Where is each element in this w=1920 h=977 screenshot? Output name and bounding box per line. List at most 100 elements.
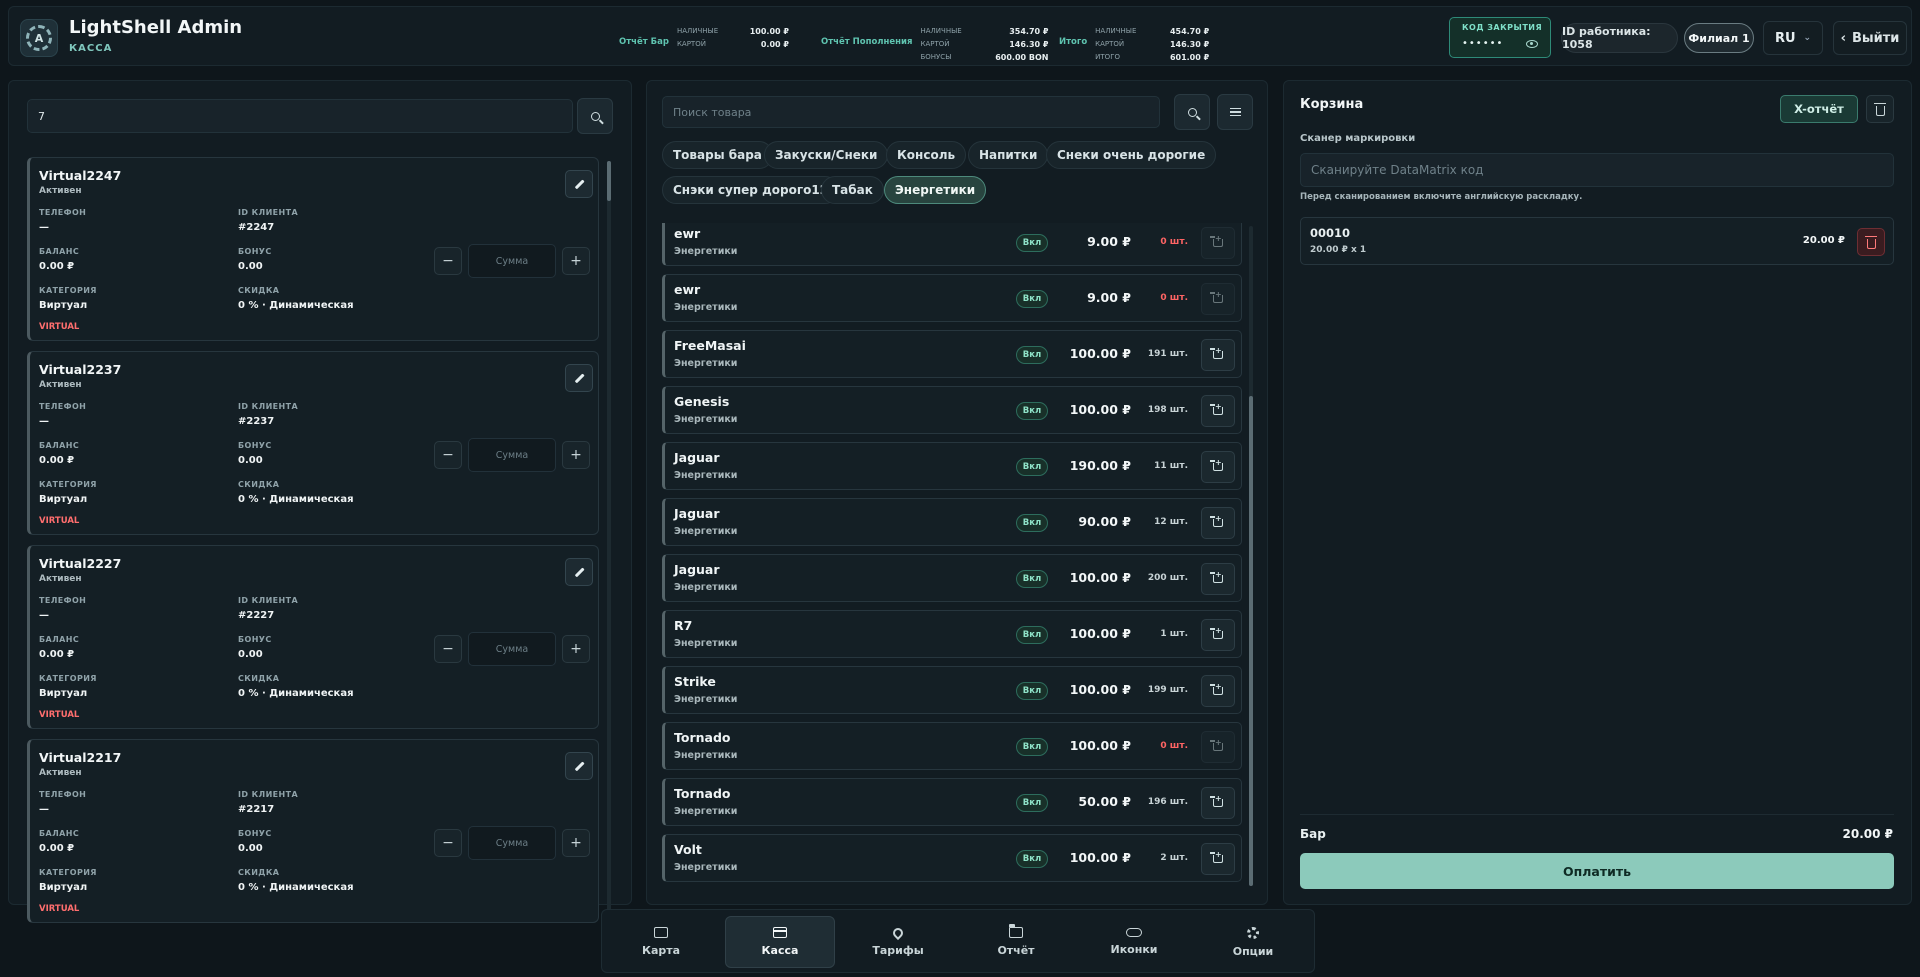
increment-button[interactable]: +: [562, 635, 590, 663]
edit-client-button[interactable]: [565, 364, 593, 392]
client-card[interactable]: Virtual2247 Активен ТЕЛЕФОН — ID КЛИЕНТА…: [27, 157, 599, 341]
product-price: 100.00 ₽: [1069, 850, 1131, 865]
balance-value: 0.00 ₽: [39, 455, 75, 466]
client-card[interactable]: Virtual2237 Активен ТЕЛЕФОН — ID КЛИЕНТА…: [27, 351, 599, 535]
discount-value: 0 % · Динамическая: [238, 494, 354, 505]
report-topup-link[interactable]: Отчёт Пополнения: [821, 37, 912, 47]
folder-icon: [1009, 924, 1023, 938]
decrement-button[interactable]: −: [434, 829, 462, 857]
closing-code-box: КОД ЗАКРЫТИЯ ••••••: [1449, 17, 1551, 58]
product-name: Tornado: [674, 730, 731, 745]
edit-client-button[interactable]: [565, 558, 593, 586]
cart-plus-icon: [1210, 346, 1223, 359]
product-price: 100.00 ₽: [1069, 402, 1131, 417]
client-status: Активен: [39, 380, 82, 390]
language-select[interactable]: RU ⌄: [1763, 21, 1823, 55]
nav-report[interactable]: Отчёт: [961, 916, 1071, 968]
logout-button[interactable]: ‹ Выйти: [1833, 21, 1907, 55]
product-row[interactable]: ewr Энергетики Вкл 9.00 ₽ 0 шт.: [662, 223, 1242, 266]
add-to-cart-button[interactable]: [1201, 507, 1235, 539]
branch-button[interactable]: Филиал 1: [1684, 23, 1754, 53]
increment-button[interactable]: +: [562, 441, 590, 469]
nav-tariffs[interactable]: Тарифы: [843, 916, 953, 968]
scrollbar-thumb[interactable]: [607, 161, 611, 201]
product-row[interactable]: Jaguar Энергетики Вкл 90.00 ₽ 12 шт.: [662, 498, 1242, 546]
product-row[interactable]: Tornado Энергетики Вкл 50.00 ₽ 196 шт.: [662, 778, 1242, 826]
sum-input[interactable]: [468, 438, 556, 472]
category-chip[interactable]: Напитки: [968, 141, 1049, 169]
add-to-cart-button[interactable]: [1201, 731, 1235, 763]
add-to-cart-button[interactable]: [1201, 395, 1235, 427]
report-value: 0.00 ₽: [760, 40, 789, 49]
report-value: 146.30 ₽: [1169, 40, 1210, 49]
category-chip[interactable]: Консоль: [886, 141, 967, 169]
pay-button[interactable]: Оплатить: [1300, 853, 1894, 889]
category-label: КАТЕГОРИЯ: [39, 480, 97, 489]
add-to-cart-button[interactable]: [1201, 283, 1235, 315]
edit-client-button[interactable]: [565, 170, 593, 198]
client-card[interactable]: Virtual2217 Активен ТЕЛЕФОН — ID КЛИЕНТА…: [27, 739, 599, 923]
increment-button[interactable]: +: [562, 247, 590, 275]
phone-value: —: [39, 416, 49, 427]
product-row[interactable]: ewr Энергетики Вкл 9.00 ₽ 0 шт.: [662, 274, 1242, 322]
product-row[interactable]: FreeMasai Энергетики Вкл 100.00 ₽ 191 шт…: [662, 330, 1242, 378]
add-to-cart-button[interactable]: [1201, 843, 1235, 875]
nav-options[interactable]: Опции: [1198, 916, 1308, 968]
datamatrix-scan-input[interactable]: [1300, 153, 1894, 187]
remove-item-button[interactable]: [1857, 228, 1885, 256]
add-to-cart-button[interactable]: [1201, 339, 1235, 371]
logout-label: Выйти: [1851, 30, 1900, 46]
report-bar-link[interactable]: Отчёт Бар: [619, 37, 669, 47]
plus-icon: +: [570, 835, 582, 851]
report-total-link[interactable]: Итого: [1059, 37, 1087, 47]
decrement-button[interactable]: −: [434, 441, 462, 469]
category-chip[interactable]: Товары бара: [662, 141, 773, 169]
decrement-button[interactable]: −: [434, 635, 462, 663]
product-row[interactable]: R7 Энергетики Вкл 100.00 ₽ 1 шт.: [662, 610, 1242, 658]
nav-cashier[interactable]: Касса: [725, 916, 835, 968]
product-row[interactable]: Strike Энергетики Вкл 100.00 ₽ 199 шт.: [662, 666, 1242, 714]
sum-input[interactable]: [468, 826, 556, 860]
eye-icon[interactable]: [1526, 40, 1538, 48]
clients-scrollbar[interactable]: [607, 161, 611, 961]
filter-menu-button[interactable]: [1217, 94, 1253, 130]
category-chip[interactable]: Закуски/Снеки: [764, 141, 889, 169]
product-row[interactable]: Tornado Энергетики Вкл 100.00 ₽ 0 шт.: [662, 722, 1242, 770]
product-row[interactable]: Jaguar Энергетики Вкл 190.00 ₽ 11 шт.: [662, 442, 1242, 490]
nav-icons[interactable]: Иконки: [1079, 916, 1189, 968]
x-report-button[interactable]: X-отчёт: [1780, 95, 1858, 123]
client-search-button[interactable]: [577, 98, 613, 134]
scrollbar-thumb[interactable]: [1249, 396, 1253, 886]
product-search-input[interactable]: [662, 96, 1160, 128]
category-chip[interactable]: Снэки супер дорого12: [662, 176, 840, 204]
add-to-cart-button[interactable]: [1201, 227, 1235, 259]
client-card[interactable]: Virtual2227 Активен ТЕЛЕФОН — ID КЛИЕНТА…: [27, 545, 599, 729]
sum-input[interactable]: [468, 632, 556, 666]
category-chip[interactable]: Снеки очень дорогие: [1046, 141, 1217, 169]
product-stock: 2 шт.: [1160, 853, 1188, 863]
sum-input[interactable]: [468, 244, 556, 278]
product-price: 100.00 ₽: [1069, 682, 1131, 697]
product-row[interactable]: Genesis Энергетики Вкл 100.00 ₽ 198 шт.: [662, 386, 1242, 434]
category-chip[interactable]: Табак: [821, 176, 884, 204]
product-row[interactable]: Volt Энергетики Вкл 100.00 ₽ 2 шт.: [662, 834, 1242, 882]
enabled-badge: Вкл: [1016, 234, 1048, 252]
nav-map[interactable]: Карта: [606, 916, 716, 968]
edit-client-button[interactable]: [565, 752, 593, 780]
client-search-input[interactable]: [27, 99, 573, 133]
add-to-cart-button[interactable]: [1201, 675, 1235, 707]
add-to-cart-button[interactable]: [1201, 451, 1235, 483]
add-to-cart-button[interactable]: [1201, 787, 1235, 819]
products-scrollbar[interactable]: [1249, 226, 1253, 886]
clear-cart-button[interactable]: [1866, 95, 1894, 123]
products-list[interactable]: ewr Энергетики Вкл 9.00 ₽ 0 шт. ewr Энер…: [662, 223, 1242, 891]
add-to-cart-button[interactable]: [1201, 563, 1235, 595]
category-chip-active[interactable]: Энергетики: [884, 176, 987, 204]
decrement-button[interactable]: −: [434, 247, 462, 275]
add-to-cart-button[interactable]: [1201, 619, 1235, 651]
increment-button[interactable]: +: [562, 829, 590, 857]
clients-list[interactable]: Virtual2247 Активен ТЕЛЕФОН — ID КЛИЕНТА…: [27, 157, 617, 963]
product-row[interactable]: Jaguar Энергетики Вкл 100.00 ₽ 200 шт.: [662, 554, 1242, 602]
product-search-button[interactable]: [1174, 94, 1210, 130]
minus-icon: −: [442, 447, 454, 463]
